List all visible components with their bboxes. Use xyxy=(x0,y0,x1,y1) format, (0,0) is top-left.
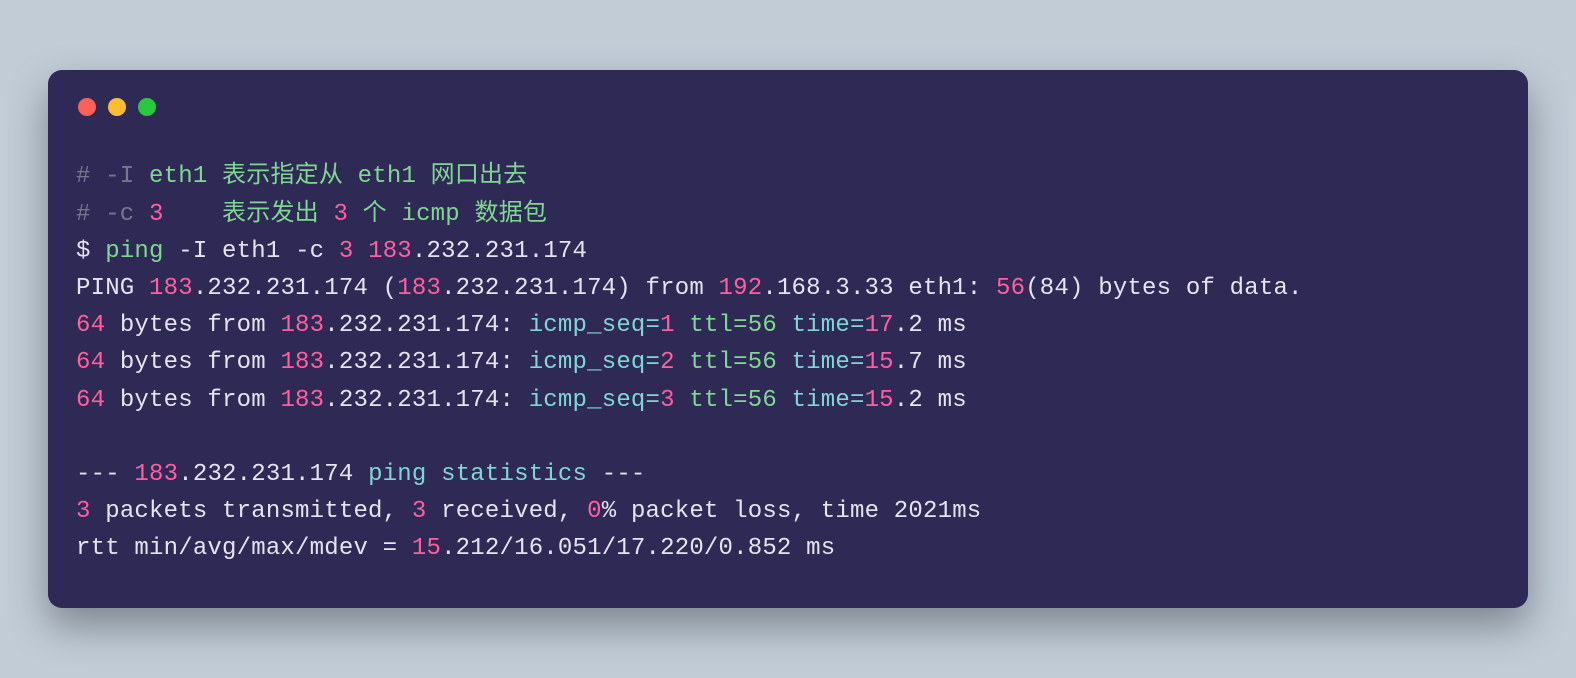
close-icon[interactable] xyxy=(78,98,96,116)
ping-header-line: PING 183.232.231.174 (183.232.231.174) f… xyxy=(76,275,1303,302)
window-controls xyxy=(76,98,1500,116)
stats-summary-line: 3 packets transmitted, 3 received, 0% pa… xyxy=(76,498,981,525)
rtt-line: rtt min/avg/max/mdev = 15.212/16.051/17.… xyxy=(76,535,835,562)
ping-reply-line: 64 bytes from 183.232.231.174: icmp_seq=… xyxy=(76,312,967,339)
stats-header-line: --- 183.232.231.174 ping statistics --- xyxy=(76,461,646,488)
command-line: $ ping -I eth1 -c 3 183.232.231.174 xyxy=(76,238,587,265)
ping-reply-line: 64 bytes from 183.232.231.174: icmp_seq=… xyxy=(76,349,967,376)
maximize-icon[interactable] xyxy=(138,98,156,116)
terminal-window: # -I eth1 表示指定从 eth1 网口出去 # -c 3 表示发出 3 … xyxy=(48,70,1528,607)
comment-line-1: # -I eth1 表示指定从 eth1 网口出去 xyxy=(76,163,527,190)
comment-line-2: # -c 3 表示发出 3 个 icmp 数据包 xyxy=(76,201,547,228)
ping-reply-line: 64 bytes from 183.232.231.174: icmp_seq=… xyxy=(76,387,967,414)
minimize-icon[interactable] xyxy=(108,98,126,116)
terminal-output: # -I eth1 表示指定从 eth1 网口出去 # -c 3 表示发出 3 … xyxy=(76,158,1500,567)
